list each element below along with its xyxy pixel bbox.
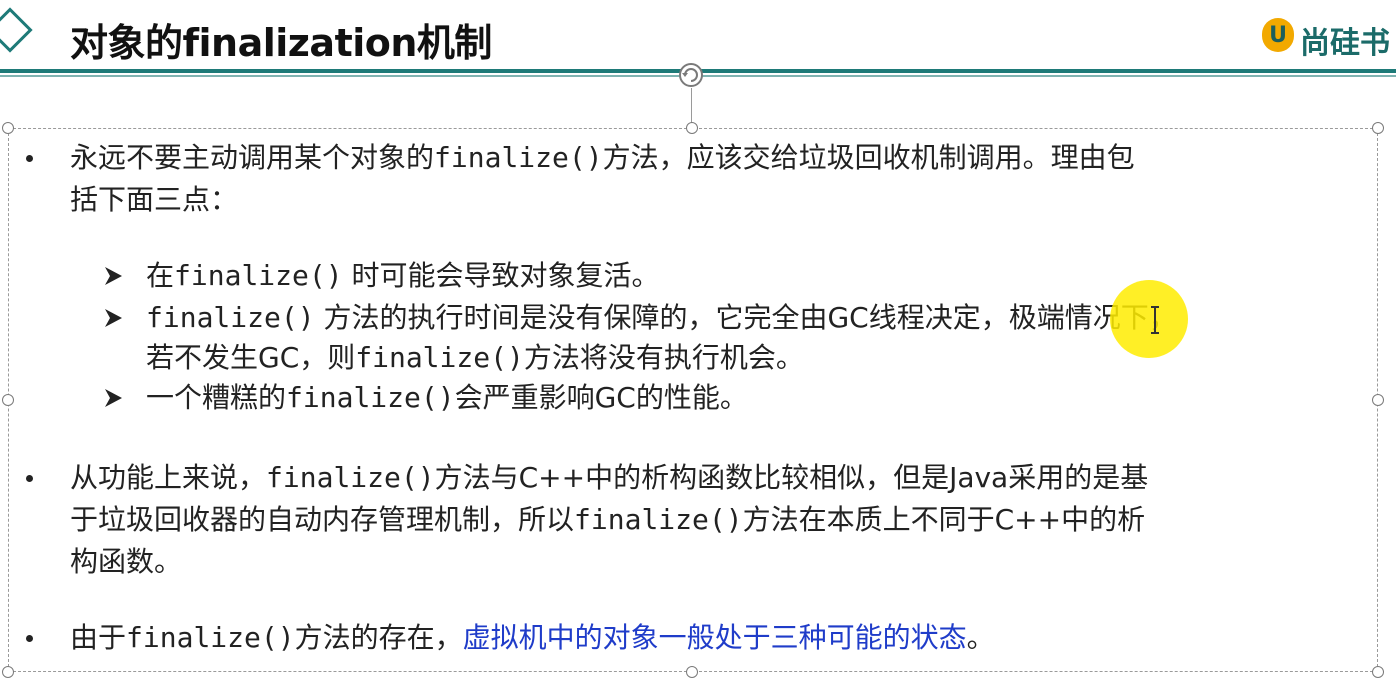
- text-segment: 若不发生GC，则: [146, 341, 356, 374]
- text-segment: 在: [146, 259, 175, 292]
- bullet-dot: [26, 155, 33, 162]
- text-segment: 由于: [70, 621, 127, 654]
- text-segment: 方法与C++中的析构函数比较相似，但是Java采用的是基: [434, 461, 1149, 494]
- text-line: 在finalize() 时可能会导致对象复活。: [146, 258, 660, 294]
- code-text: finalize(): [174, 259, 343, 292]
- arrow-bullet-icon: [105, 389, 122, 407]
- text-line: 由于finalize()方法的存在，虚拟机中的对象一般处于三种可能的状态。: [70, 620, 995, 656]
- resize-handle-right[interactable]: [1372, 394, 1384, 406]
- resize-handle-bottom-right[interactable]: [1372, 666, 1384, 678]
- code-text: finalize(): [286, 381, 455, 414]
- text-segment: 。: [966, 621, 995, 654]
- resize-handle-top-left[interactable]: [2, 122, 14, 134]
- text-segment: 永远不要主动调用某个对象的: [70, 141, 435, 174]
- logo-u-icon: U: [1262, 18, 1294, 52]
- code-text: finalize(): [434, 141, 603, 174]
- text-line: 从功能上来说，finalize()方法与C++中的析构函数比较相似，但是Java…: [70, 460, 1148, 496]
- bullet-dot: [26, 475, 33, 482]
- text-segment: 构函数。: [70, 545, 183, 578]
- bullet-dot: [26, 635, 33, 642]
- code-text: finalize(): [126, 621, 295, 654]
- resize-handle-top-right[interactable]: [1372, 122, 1384, 134]
- resize-handle-bottom-left[interactable]: [2, 666, 14, 678]
- resize-handle-top[interactable]: [686, 122, 698, 134]
- text-line: 构函数。: [70, 544, 182, 580]
- rotate-handle-icon[interactable]: [676, 60, 706, 90]
- text-line: 于垃圾回收器的自动内存管理机制，所以finalize()方法在本质上不同于C++…: [70, 502, 1145, 538]
- text-line: finalize() 方法的执行时间是没有保障的，它完全由GC线程决定，极端情况…: [146, 300, 1177, 336]
- brand-logo: U 尚硅书: [1262, 18, 1396, 62]
- text-segment: 方法在本质上不同于C++中的析: [742, 503, 1146, 536]
- code-text: finalize(): [355, 341, 524, 374]
- text-segment: 一个糟糕的: [146, 381, 287, 414]
- emphasis-text: 虚拟机中的对象一般处于三种可能的状态: [462, 621, 967, 654]
- text-segment: 方法将没有执行机会。: [523, 341, 804, 374]
- slide-title: 对象的finalization机制: [70, 21, 492, 65]
- code-text: finalize(): [266, 461, 435, 494]
- text-segment: 从功能上来说，: [70, 461, 267, 494]
- resize-handle-bottom[interactable]: [686, 666, 698, 678]
- text-cursor-icon: [1151, 306, 1159, 334]
- text-line: 永远不要主动调用某个对象的finalize()方法，应该交给垃圾回收机制调用。理…: [70, 140, 1135, 176]
- logo-text: 尚硅书: [1300, 26, 1390, 61]
- text-segment: 会严重影响GC的性能。: [454, 381, 748, 414]
- text-segment: 于垃圾回收器的自动内存管理机制，所以: [70, 503, 575, 536]
- text-segment: 时可能会导致对象复活。: [342, 259, 660, 292]
- text-segment: 方法的存在，: [294, 621, 463, 654]
- text-segment: 方法，应该交给垃圾回收机制调用。理由包: [602, 141, 1135, 174]
- arrow-bullet-icon: [105, 309, 122, 327]
- text-line: 若不发生GC，则finalize()方法将没有执行机会。: [146, 340, 804, 376]
- diamond-icon: [0, 7, 33, 53]
- rotate-connector: [691, 88, 692, 126]
- text-line: 括下面三点：: [70, 182, 238, 218]
- text-segment: 括下面三点：: [70, 183, 239, 216]
- code-text: finalize(): [146, 301, 315, 334]
- code-text: finalize(): [574, 503, 743, 536]
- arrow-bullet-icon: [105, 267, 122, 285]
- resize-handle-left[interactable]: [2, 394, 14, 406]
- text-line: 一个糟糕的finalize()会严重影响GC的性能。: [146, 380, 748, 416]
- text-segment: 方法的执行时间是没有保障的，它完全由GC线程决定，极端情况下，: [314, 301, 1177, 334]
